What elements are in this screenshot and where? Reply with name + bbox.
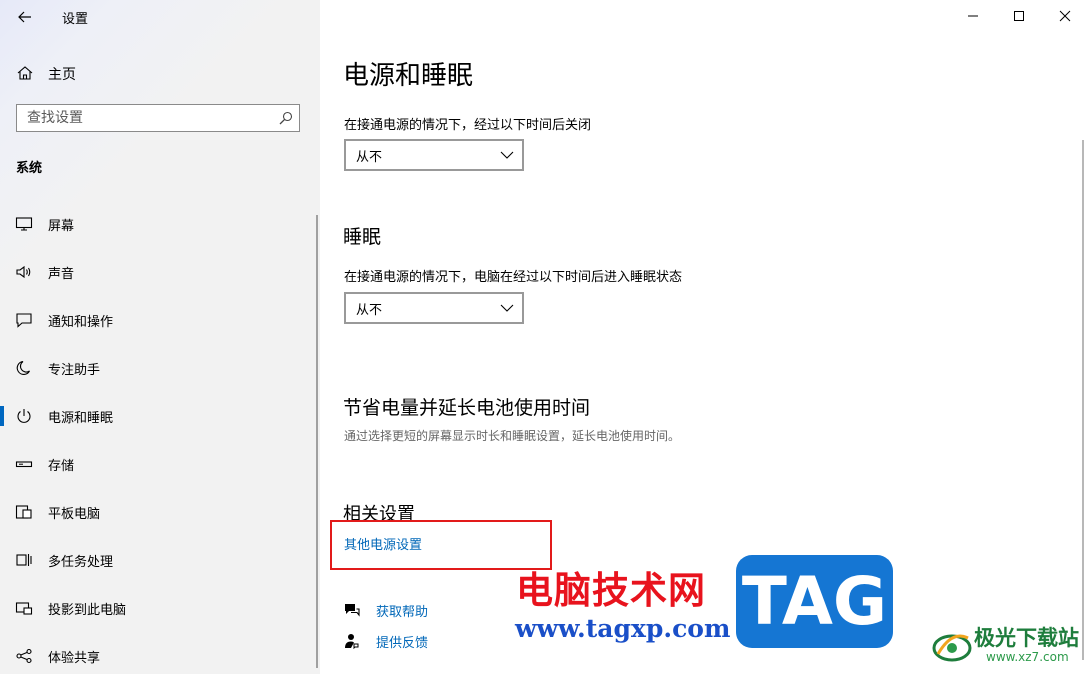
sidebar-item-home[interactable]: 主页 [0, 58, 318, 88]
sidebar-item-sound[interactable]: 声音 [0, 252, 318, 292]
storage-icon [15, 461, 33, 468]
sidebar-item-label: 声音 [48, 267, 75, 282]
moon-icon [16, 360, 30, 375]
main-scrollbar[interactable] [1082, 140, 1084, 660]
sidebar-item-label: 存储 [48, 459, 75, 474]
get-help-label: 获取帮助 [376, 605, 429, 620]
sleep-dropdown[interactable]: 从不 [344, 292, 524, 324]
sidebar-item-storage[interactable]: 存储 [0, 444, 318, 484]
section-header: 系统 [16, 161, 43, 176]
sidebar-item-label: 多任务处理 [48, 555, 114, 570]
sidebar-item-label: 平板电脑 [48, 507, 101, 522]
sidebar-item-notifications[interactable]: 通知和操作 [0, 300, 318, 340]
dropdown-value: 从不 [356, 150, 383, 165]
feedback-icon [345, 634, 359, 649]
sidebar-item-display[interactable]: 屏幕 [0, 204, 318, 244]
chevron-down-icon [500, 304, 514, 312]
search-icon[interactable] [279, 111, 293, 125]
app-title: 设置 [62, 12, 89, 27]
give-feedback-label: 提供反馈 [376, 636, 429, 651]
sidebar-item-label: 屏幕 [48, 219, 75, 234]
sidebar-scrollbar[interactable] [316, 215, 318, 668]
sidebar-item-label: 专注助手 [48, 363, 101, 378]
sidebar-item-label: 电源和睡眠 [48, 411, 114, 426]
tablet-icon [15, 505, 32, 519]
sidebar-item-tablet[interactable]: 平板电脑 [0, 492, 318, 532]
dropdown-value: 从不 [356, 303, 383, 318]
share-icon [16, 648, 32, 664]
title-bar: 设置 [0, 0, 320, 34]
help-chat-icon [345, 604, 360, 617]
sidebar-item-focus-assist[interactable]: 专注助手 [0, 348, 318, 388]
close-button[interactable] [1042, 2, 1088, 30]
minimize-icon [968, 15, 978, 17]
maximize-icon [1014, 11, 1024, 21]
watermark-chinese-text: 电脑技术网 [516, 568, 706, 612]
display-icon [15, 217, 33, 231]
sidebar-item-shared-experiences[interactable]: 体验共享 [0, 636, 318, 676]
close-icon [1059, 10, 1071, 22]
aurora-logo-icon [932, 634, 972, 662]
sleep-heading: 睡眠 [343, 226, 382, 248]
sidebar-item-label: 投影到此电脑 [48, 603, 127, 618]
minimize-button[interactable] [950, 2, 996, 30]
sidebar-item-power-sleep[interactable]: 电源和睡眠 [0, 396, 318, 436]
back-button[interactable] [14, 6, 36, 28]
speaker-icon [16, 265, 31, 279]
search-input[interactable] [17, 105, 267, 131]
sidebar-item-label: 主页 [48, 67, 76, 83]
maximize-button[interactable] [996, 2, 1042, 30]
sidebar: 设置 主页 系统 屏幕 声音 通知和操作 [0, 0, 320, 674]
watermark-site-name: 极光下载站 [974, 626, 1079, 650]
screen-off-dropdown[interactable]: 从不 [344, 139, 524, 171]
watermark-url: www.tagxp.com [515, 614, 731, 643]
sidebar-item-multitasking[interactable]: 多任务处理 [0, 540, 318, 580]
chevron-down-icon [500, 151, 514, 159]
notification-icon [16, 313, 32, 328]
active-indicator [0, 406, 4, 426]
battery-description: 通过选择更短的屏幕显示时长和睡眠设置，延长电池使用时间。 [344, 429, 681, 443]
sidebar-item-label: 体验共享 [48, 651, 101, 666]
search-box [16, 104, 300, 132]
watermark-site-url: www.xz7.com [986, 650, 1069, 664]
sidebar-item-label: 通知和操作 [48, 315, 114, 330]
project-icon [15, 602, 33, 615]
watermark-site-logo: 极光下载站 www.xz7.com [930, 622, 1085, 670]
back-arrow-icon [18, 11, 31, 23]
sleep-label: 在接通电源的情况下，电脑在经过以下时间后进入睡眠状态 [344, 270, 683, 285]
page-title: 电源和睡眠 [343, 61, 474, 91]
screen-off-label: 在接通电源的情况下，经过以下时间后关闭 [344, 118, 592, 133]
battery-heading: 节省电量并延长电池使用时间 [343, 397, 591, 419]
watermark-tag-logo: TAG [736, 555, 893, 648]
power-icon [17, 409, 31, 423]
home-icon [17, 66, 33, 80]
sidebar-item-project[interactable]: 投影到此电脑 [0, 588, 318, 628]
watermark-tag-text: TAG [741, 563, 888, 640]
multitask-icon [16, 554, 32, 566]
